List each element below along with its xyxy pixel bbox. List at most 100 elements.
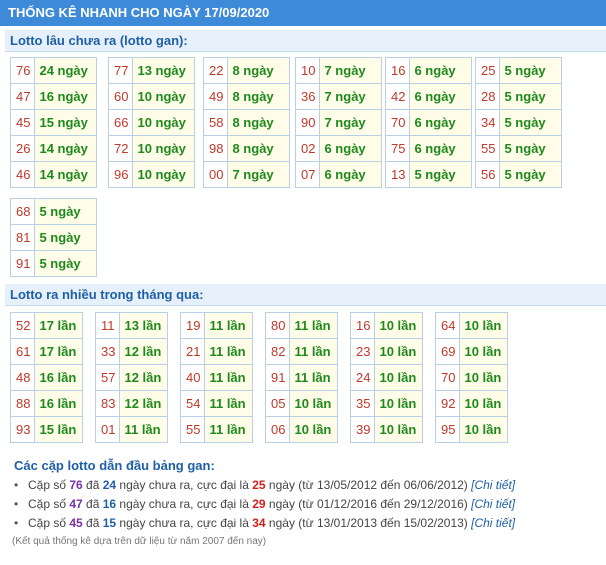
- bullet-icon: •: [14, 478, 19, 492]
- table-row: 25 5 ngày: [474, 57, 563, 84]
- table-row: 82 11 lần: [264, 338, 339, 365]
- frequent-number: 64: [434, 312, 461, 339]
- pair-num: 76: [69, 478, 83, 492]
- list-item: • Cặp số 47 đã 16 ngày chưa ra, cực đại l…: [14, 495, 515, 514]
- frequent-group: 64 10 lần 69 10 lần 70 10 lần 92 10 lần 95 10 lần: [434, 312, 509, 443]
- frequent-count: 10 lần: [374, 312, 424, 339]
- footnote: (Kết quả thống kê dựa trên dữ liệu từ nă…: [12, 536, 267, 547]
- gan-count: 8 ngày: [227, 135, 291, 162]
- gan-number: 46: [9, 161, 36, 188]
- frequent-number: 05: [264, 390, 291, 417]
- table-row: 46 14 ngày: [9, 161, 98, 188]
- gan-number: 98: [202, 135, 229, 162]
- frequent-count: 10 lần: [459, 338, 509, 365]
- table-row: 76 24 ngày: [9, 57, 98, 84]
- gan-count: 10 ngày: [132, 161, 196, 188]
- pair-days: 15: [102, 516, 117, 530]
- gan-number: 26: [9, 135, 36, 162]
- table-row: 88 16 lần: [9, 390, 84, 417]
- frequent-count: 11 lần: [204, 338, 254, 365]
- table-row: 70 10 lần: [434, 364, 509, 391]
- frequent-number: 91: [264, 364, 291, 391]
- bullet-icon: •: [14, 516, 19, 530]
- frequent-count: 11 lần: [204, 364, 254, 391]
- gan-number: 45: [9, 109, 36, 136]
- table-row: 75 6 ngày: [384, 135, 473, 162]
- frequent-count: 10 lần: [374, 338, 424, 365]
- gan-number: 70: [384, 109, 411, 136]
- table-row: 77 13 ngày: [107, 57, 196, 84]
- frequent-number: 23: [349, 338, 376, 365]
- gan-number: 72: [107, 135, 134, 162]
- gan-count: 6 ngày: [409, 135, 473, 162]
- gan-group: 22 8 ngày 49 8 ngày 58 8 ngày 98 8 ngày 00 7 ngày: [202, 57, 291, 188]
- table-row: 23 10 lần: [349, 338, 424, 365]
- detail-link[interactable]: [Chi tiết]: [471, 516, 515, 530]
- pair-prefix: Cặp số: [28, 497, 70, 511]
- table-row: 06 10 lần: [264, 416, 339, 443]
- frequent-number: 52: [9, 312, 36, 339]
- frequent-count: 17 lần: [34, 312, 84, 339]
- table-row: 64 10 lần: [434, 312, 509, 339]
- pair-suffix: ngày (từ 13/05/2012 đến 06/06/2012): [265, 478, 472, 492]
- frequent-count: 10 lần: [374, 416, 424, 443]
- frequent-number: 06: [264, 416, 291, 443]
- gan-number: 13: [384, 161, 411, 188]
- frequent-section-header: Lotto ra nhiều trong tháng qua:: [5, 284, 606, 306]
- frequent-number: 70: [434, 364, 461, 391]
- table-row: 81 5 ngày: [9, 224, 98, 251]
- gan-count: 5 ngày: [499, 161, 563, 188]
- table-row: 16 6 ngày: [384, 57, 473, 84]
- frequent-count: 12 lần: [119, 364, 169, 391]
- gan-count: 5 ngày: [34, 198, 98, 225]
- gan-number: 66: [107, 109, 134, 136]
- gan-count: 5 ngày: [499, 109, 563, 136]
- detail-link[interactable]: [Chi tiết]: [471, 478, 515, 492]
- frequent-number: 80: [264, 312, 291, 339]
- gan-count: 7 ngày: [227, 161, 291, 188]
- pairs-list: • Cặp số 76 đã 24 ngày chưa ra, cực đại l…: [14, 476, 515, 533]
- gan-number: 00: [202, 161, 229, 188]
- gan-number: 42: [384, 83, 411, 110]
- frequent-count: 16 lần: [34, 364, 84, 391]
- table-row: 11 13 lần: [94, 312, 169, 339]
- table-row: 66 10 ngày: [107, 109, 196, 136]
- table-row: 26 14 ngày: [9, 135, 98, 162]
- pair-mid1: đã: [82, 516, 103, 530]
- gan-number: 68: [9, 198, 36, 225]
- gan-count: 15 ngày: [34, 109, 98, 136]
- pair-mid1: đã: [82, 478, 103, 492]
- gan-count: 13 ngày: [132, 57, 196, 84]
- gan-count: 16 ngày: [34, 83, 98, 110]
- frequent-count: 10 lần: [289, 416, 339, 443]
- frequent-group: 80 11 lần 82 11 lần 91 11 lần 05 10 lần 06 10 lần: [264, 312, 339, 443]
- gan-count: 7 ngày: [319, 57, 383, 84]
- gan-number: 55: [474, 135, 501, 162]
- table-row: 90 7 ngày: [294, 109, 383, 136]
- frequent-count: 16 lần: [34, 390, 84, 417]
- pair-mid2: ngày chưa ra, cực đại là: [116, 516, 253, 530]
- frequent-number: 82: [264, 338, 291, 365]
- frequent-number: 24: [349, 364, 376, 391]
- gan-count: 5 ngày: [409, 161, 473, 188]
- frequent-group: 19 11 lần 21 11 lần 40 11 lần 54 11 lần 55 11 lần: [179, 312, 254, 443]
- pair-num: 45: [69, 516, 83, 530]
- bullet-icon: •: [14, 497, 19, 511]
- detail-link[interactable]: [Chi tiết]: [471, 497, 515, 511]
- frequent-count: 11 lần: [204, 416, 254, 443]
- table-row: 56 5 ngày: [474, 161, 563, 188]
- gan-count: 10 ngày: [132, 83, 196, 110]
- gan-count: 6 ngày: [409, 83, 473, 110]
- gan-number: 34: [474, 109, 501, 136]
- table-row: 96 10 ngày: [107, 161, 196, 188]
- table-row: 60 10 ngày: [107, 83, 196, 110]
- gan-count: 8 ngày: [227, 109, 291, 136]
- frequent-number: 40: [179, 364, 206, 391]
- gan-number: 16: [384, 57, 411, 84]
- gan-number: 96: [107, 161, 134, 188]
- frequent-count: 10 lần: [459, 312, 509, 339]
- table-row: 36 7 ngày: [294, 83, 383, 110]
- table-row: 10 7 ngày: [294, 57, 383, 84]
- table-row: 02 6 ngày: [294, 135, 383, 162]
- table-row: 68 5 ngày: [9, 198, 98, 225]
